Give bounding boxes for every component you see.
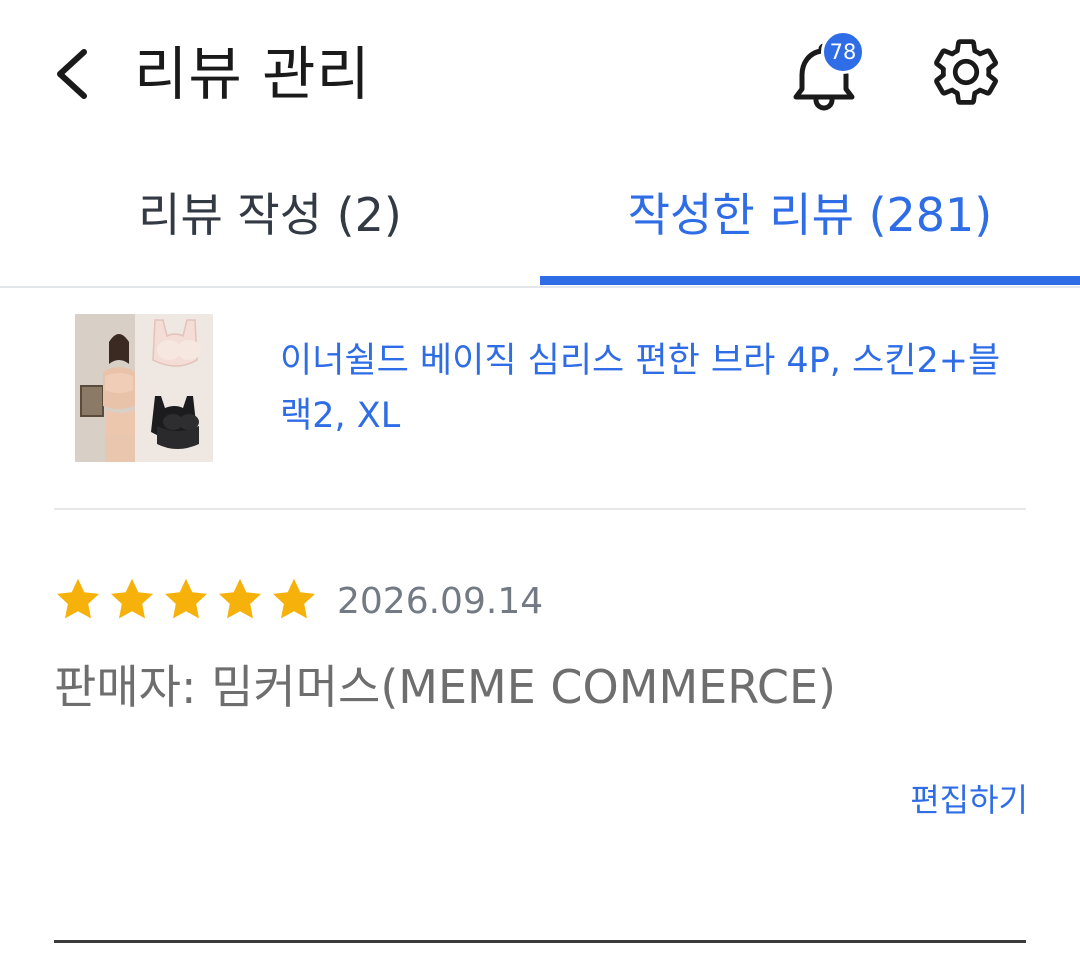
divider (54, 508, 1026, 510)
product-name-link[interactable]: 이너쉴드 베이직 심리스 편한 브라 4P, 스킨2+블랙2, XL (280, 334, 1020, 444)
product-image (75, 314, 213, 462)
seller-name: 판매자: 밈커머스(MEME COMMERCE) (54, 660, 837, 714)
edit-review-button[interactable]: 편집하기 (860, 776, 1028, 824)
star-rating (52, 574, 320, 630)
review-separator (54, 940, 1026, 943)
back-button[interactable] (40, 38, 104, 110)
active-tab-indicator (540, 276, 1080, 285)
review-date: 2026.09.14 (337, 581, 544, 622)
star-icon (218, 578, 262, 619)
product-thumbnail[interactable] (75, 314, 213, 462)
gear-icon (934, 39, 998, 105)
chevron-left-icon (57, 49, 87, 99)
star-icon (164, 578, 208, 619)
tab-write-review[interactable]: 리뷰 작성 (2) (0, 150, 540, 286)
page-title: 리뷰 관리 (134, 40, 371, 108)
star-icon (110, 578, 154, 619)
review-tabs: 리뷰 작성 (2) 작성한 리뷰 (281) (0, 150, 1080, 288)
app-header: 리뷰 관리 78 (0, 0, 1080, 150)
tab-written-reviews[interactable]: 작성한 리뷰 (281) (540, 150, 1080, 286)
notification-badge: 78 (821, 30, 865, 74)
review-management-screen: 리뷰 관리 78 리뷰 작성 (2) 작성한 리뷰 (281) 이너쉴드 베이직… (0, 0, 1080, 970)
star-icon (272, 578, 316, 619)
star-icon (56, 578, 100, 619)
settings-button[interactable] (928, 34, 1004, 110)
